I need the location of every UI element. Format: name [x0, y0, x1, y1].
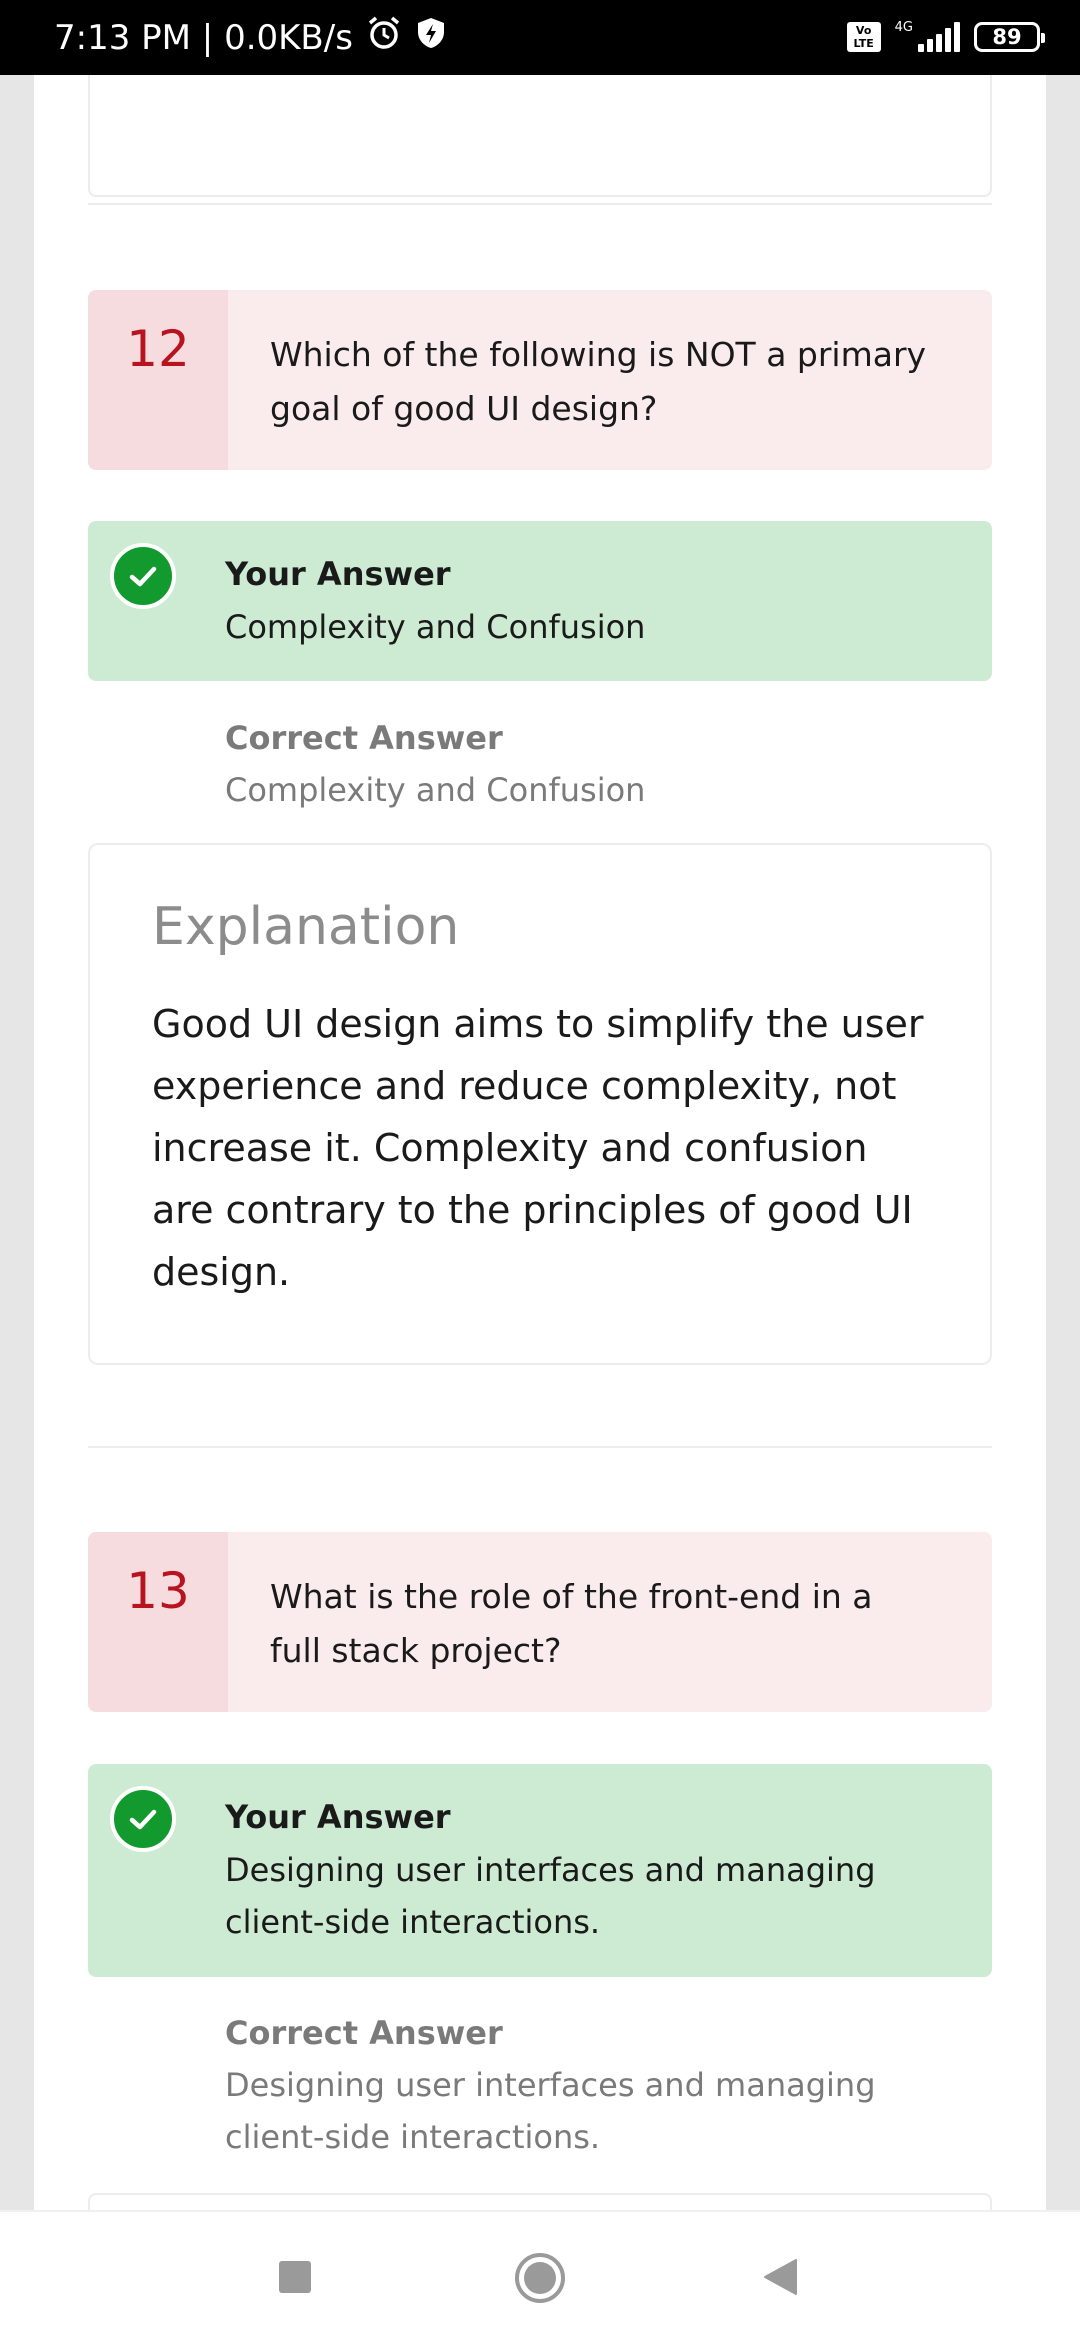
volte-icon: Vo LTE: [846, 22, 881, 52]
status-left: 7:13 PM | 0.0KB/s: [54, 14, 447, 61]
status-time-speed: 7:13 PM | 0.0KB/s: [54, 17, 353, 58]
results-page: 12 Which of the following is NOT a prima…: [34, 75, 1046, 2210]
signal-icon: [915, 22, 960, 52]
correct-answer-label: Correct Answer: [225, 2014, 503, 2052]
question-number: 13: [88, 1532, 228, 1712]
status-bar: 7:13 PM | 0.0KB/s Vo LTE 4G 89: [0, 0, 1080, 75]
alarm-icon: [365, 14, 403, 61]
explanation-text: Good UI design aims to simplify the user…: [152, 1002, 924, 1294]
next-explanation-card: [88, 2193, 992, 2210]
battery-icon: 89: [974, 22, 1045, 52]
correct-answer-12: Correct Answer Complexity and Confusion: [225, 712, 945, 816]
status-right: Vo LTE 4G 89: [846, 19, 1045, 52]
check-icon: [110, 1786, 176, 1852]
triangle-back-icon[interactable]: [762, 2258, 798, 2300]
your-answer-text: Complexity and Confusion: [225, 608, 646, 646]
previous-explanation-card: [88, 75, 992, 197]
shield-icon: [415, 16, 447, 59]
your-answer-12: Your Answer Complexity and Confusion: [88, 521, 992, 681]
your-answer-label: Your Answer: [225, 1798, 451, 1836]
your-answer-13: Your Answer Designing user interfaces an…: [88, 1764, 992, 1977]
navigation-bar: [0, 2210, 1080, 2340]
question-text: Which of the following is NOT a primary …: [270, 335, 927, 428]
question-12: 12 Which of the following is NOT a prima…: [88, 290, 992, 470]
explanation-card: Explanation Good UI design aims to simpl…: [88, 843, 992, 1365]
circle-icon[interactable]: [514, 2252, 566, 2308]
question-text: What is the role of the front-end in a f…: [270, 1577, 873, 1670]
square-icon[interactable]: [278, 2260, 312, 2298]
question-13: 13 What is the role of the front-end in …: [88, 1532, 992, 1712]
explanation-title: Explanation: [152, 897, 460, 957]
check-icon: [110, 543, 176, 609]
correct-answer-text: Complexity and Confusion: [225, 771, 646, 809]
battery-level: 89: [992, 25, 1022, 49]
network-type: 4G: [894, 19, 913, 35]
correct-answer-text: Designing user interfaces and managing c…: [225, 2066, 876, 2156]
your-answer-label: Your Answer: [225, 555, 451, 593]
correct-answer-label: Correct Answer: [225, 719, 503, 757]
divider: [88, 203, 992, 205]
divider: [88, 1446, 992, 1448]
question-number: 12: [88, 290, 228, 470]
your-answer-text: Designing user interfaces and managing c…: [225, 1851, 876, 1941]
correct-answer-13: Correct Answer Designing user interfaces…: [225, 2007, 945, 2163]
